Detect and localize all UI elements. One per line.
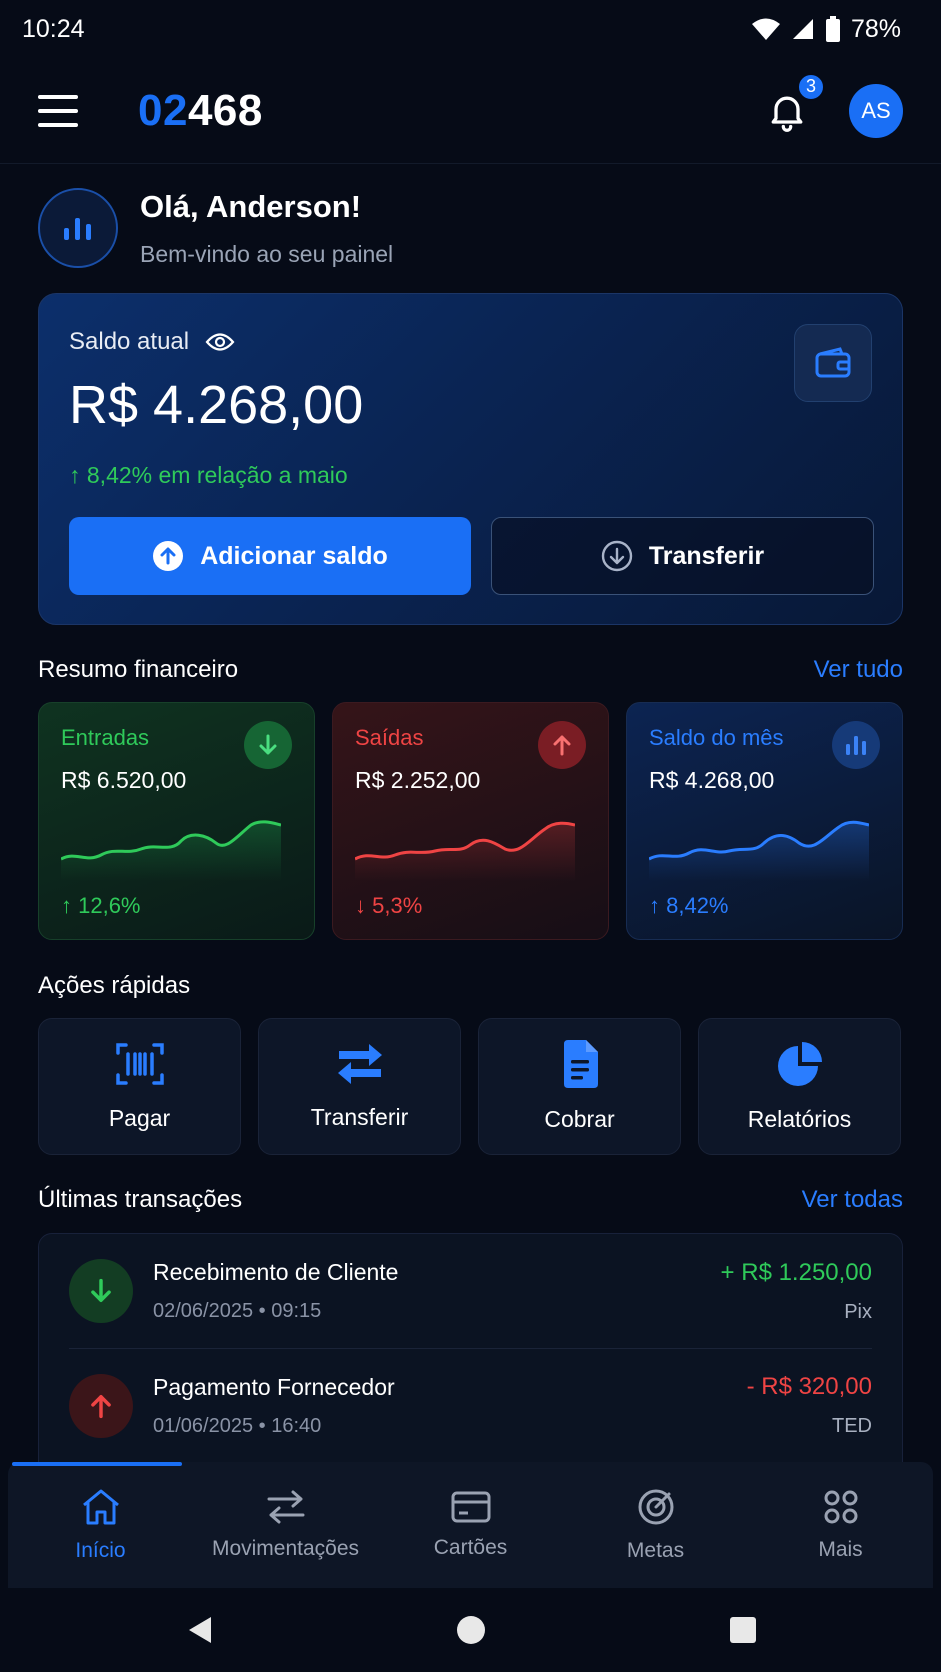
wallet-button[interactable] <box>794 324 872 402</box>
transaction-title: Recebimento de Cliente <box>153 1259 399 1285</box>
income-value: R$ 6.520,00 <box>61 767 187 793</box>
transaction-amount: + R$ 1.250,00 <box>720 1258 872 1286</box>
arrow-down-icon <box>244 721 292 769</box>
month-balance-sparkline <box>649 820 869 881</box>
notification-badge: 3 <box>797 72 825 101</box>
pay-action-button[interactable]: Pagar <box>38 1018 241 1155</box>
home-circle-icon <box>456 1616 485 1644</box>
charge-action-button[interactable]: Cobrar <box>478 1018 681 1155</box>
quick-actions-header: Ações rápidas <box>38 972 903 1000</box>
grid-icon <box>824 1490 857 1524</box>
signal-icon <box>792 19 813 39</box>
transaction-row[interactable]: Recebimento de Cliente 02/06/2025 • 09:1… <box>69 1234 872 1348</box>
summary-card-expenses[interactable]: Saídas R$ 2.252,00 ↓ 5,3% <box>332 702 609 940</box>
summary-card-income[interactable]: Entradas R$ 6.520,00 ↑ 12,6% <box>38 702 315 940</box>
transactions-title: Últimas transações <box>38 1186 243 1213</box>
quick-actions: Pagar Transferir Cobrar Relatórios <box>38 1018 901 1155</box>
back-button[interactable] <box>63 1615 335 1645</box>
recents-button[interactable] <box>607 1616 879 1644</box>
nav-item-cards[interactable]: Cartões <box>378 1462 563 1588</box>
see-all-summary-link[interactable]: Ver tudo <box>814 656 903 684</box>
home-button[interactable] <box>335 1615 607 1645</box>
income-change: ↑ 12,6% <box>61 893 141 918</box>
status-icons: 78% <box>751 15 901 44</box>
bottom-navigation: Início Movimentações Cartões Metas Mais <box>8 1462 933 1588</box>
summary-card-month-balance[interactable]: Saldo do mês R$ 4.268,00 ↑ 8,42% <box>626 702 903 940</box>
card-icon <box>451 1491 490 1523</box>
summary-header: Resumo financeiro Ver tudo <box>38 656 903 684</box>
transaction-title: Pagamento Fornecedor <box>153 1373 395 1400</box>
expenses-sparkline <box>355 821 575 881</box>
avatar[interactable]: AS <box>849 83 903 138</box>
summary-cards: Entradas R$ 6.520,00 ↑ 12,6% Saídas R$ 2… <box>38 702 903 940</box>
app-header: 02468 3 AS <box>0 58 941 164</box>
arrow-up-icon <box>69 1373 133 1438</box>
transfer-arrows-icon <box>337 1044 382 1084</box>
active-tab-indicator <box>12 1462 182 1466</box>
arrow-down-icon <box>69 1259 133 1323</box>
arrow-down-circle-icon <box>601 540 633 572</box>
back-triangle-icon <box>188 1617 211 1643</box>
transaction-amount: - R$ 320,00 <box>746 1373 872 1400</box>
barcode-icon <box>115 1043 164 1085</box>
transactions-header: Últimas transações Ver todas <box>38 1186 903 1214</box>
arrow-up-icon <box>538 721 586 769</box>
add-balance-button[interactable]: Adicionar saldo <box>69 517 471 595</box>
balance-card: Saldo atual R$ 4.268,00 ↑ 8,42% em relaç… <box>38 293 903 625</box>
transaction-date: 01/06/2025 • 16:40 <box>153 1414 322 1437</box>
home-icon <box>82 1489 119 1525</box>
see-all-transactions-link[interactable]: Ver todas <box>802 1186 903 1214</box>
month-balance-value: R$ 4.268,00 <box>649 767 775 793</box>
month-balance-change: ↑ 8,42% <box>649 893 729 918</box>
battery-icon <box>825 16 840 42</box>
document-icon <box>563 1040 598 1088</box>
wallet-icon <box>815 347 851 378</box>
wifi-icon <box>751 18 780 40</box>
status-bar: 10:24 78% <box>0 0 941 58</box>
battery-level: 78% <box>850 14 901 43</box>
system-navigation <box>0 1588 941 1672</box>
transfer-button[interactable]: Transferir <box>491 517 874 595</box>
menu-button[interactable] <box>38 94 78 127</box>
expenses-value: R$ 2.252,00 <box>355 767 481 793</box>
status-time: 10:24 <box>22 14 85 43</box>
transaction-date: 02/06/2025 • 09:15 <box>153 1300 322 1322</box>
app-logo: 02468 <box>138 85 263 135</box>
target-icon <box>638 1489 673 1525</box>
nav-item-home[interactable]: Início <box>8 1462 193 1588</box>
reports-action-button[interactable]: Relatórios <box>698 1018 901 1155</box>
summary-title: Resumo financeiro <box>38 656 239 683</box>
notifications-button[interactable]: 3 <box>765 72 825 133</box>
expenses-change: ↓ 5,3% <box>355 893 423 918</box>
transfer-icon <box>267 1490 304 1524</box>
income-sparkline <box>61 820 281 881</box>
transaction-method: TED <box>832 1415 872 1437</box>
greeting: Olá, Anderson! Bem-vindo ao seu painel <box>38 188 393 268</box>
balance-label: Saldo atual <box>69 328 190 355</box>
nav-item-transactions[interactable]: Movimentações <box>193 1462 378 1588</box>
transactions-list: Recebimento de Cliente 02/06/2025 • 09:1… <box>38 1233 903 1473</box>
balance-change: ↑ 8,42% em relação a maio <box>69 462 348 488</box>
pie-chart-icon <box>777 1042 822 1086</box>
bar-chart-icon <box>38 188 118 268</box>
transaction-row[interactable]: Pagamento Fornecedor 01/06/2025 • 16:40 … <box>69 1348 872 1462</box>
bar-chart-icon <box>832 721 880 769</box>
transfer-action-button[interactable]: Transferir <box>258 1018 461 1155</box>
greeting-subtitle: Bem-vindo ao seu painel <box>140 240 394 267</box>
recents-square-icon <box>729 1617 756 1643</box>
quick-actions-title: Ações rápidas <box>38 972 191 999</box>
eye-icon[interactable] <box>205 331 235 353</box>
greeting-title: Olá, Anderson! <box>140 188 362 224</box>
arrow-up-circle-icon <box>153 541 184 571</box>
nav-item-goals[interactable]: Metas <box>563 1462 748 1588</box>
balance-value: R$ 4.268,00 <box>69 375 364 435</box>
transaction-method: Pix <box>844 1300 872 1323</box>
nav-item-more[interactable]: Mais <box>748 1462 933 1588</box>
